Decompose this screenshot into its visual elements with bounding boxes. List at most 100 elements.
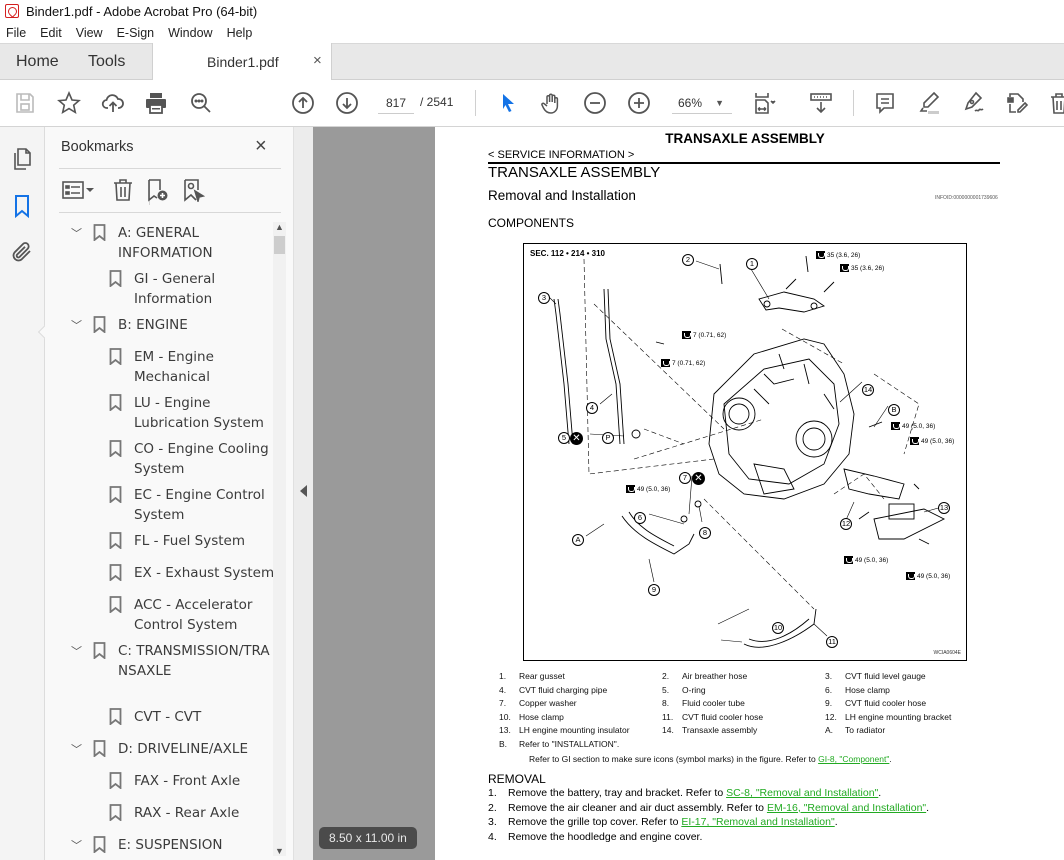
- toolbar-divider: [853, 90, 854, 116]
- page-up-icon[interactable]: [290, 90, 316, 116]
- torque-spec: 35 (3.6, 26): [816, 251, 860, 259]
- legend-text: Air breather hose: [682, 671, 748, 681]
- zoom-level-value: 66%: [678, 96, 703, 110]
- torque-spec: 49 (5.0, 36): [626, 485, 670, 493]
- zoom-level-select[interactable]: 66% ▼: [672, 94, 732, 114]
- components-diagram: SEC. 112 • 214 • 310 WCIA0604E 123456789…: [523, 243, 967, 661]
- bookmark-item[interactable]: ﹀ E: SUSPENSION: [71, 835, 273, 856]
- bookmark-star-icon[interactable]: [56, 90, 82, 116]
- callout-p: P: [602, 432, 614, 444]
- attachments-icon[interactable]: [10, 240, 34, 264]
- menu-bar: File Edit View E-Sign Window Help: [0, 22, 1064, 43]
- page-down-icon[interactable]: [334, 90, 360, 116]
- page-number-input[interactable]: 817: [378, 94, 414, 114]
- bookmark-label: EC - Engine Control System: [134, 487, 265, 523]
- upload-cloud-icon[interactable]: [100, 90, 126, 116]
- zoom-in-icon[interactable]: [626, 90, 652, 116]
- section-numbers: SEC. 112 • 214 • 310: [530, 249, 605, 258]
- bookmark-item[interactable]: ﹀ D: DRIVELINE/AXLE: [71, 739, 273, 760]
- menu-help[interactable]: Help: [227, 26, 253, 40]
- zoom-out-icon[interactable]: [582, 90, 608, 116]
- legend-number: 10.: [499, 711, 511, 722]
- delete-icon[interactable]: [1046, 90, 1064, 116]
- panel-splitter[interactable]: [293, 127, 313, 860]
- bookmark-item[interactable]: LU - Engine Lubrication System: [109, 393, 273, 433]
- close-tab-button[interactable]: ×: [313, 52, 322, 69]
- print-icon[interactable]: [143, 90, 169, 116]
- delete-bookmark-icon[interactable]: [111, 177, 135, 203]
- bookmark-item[interactable]: CVT - CVT: [109, 707, 273, 727]
- highlight-icon[interactable]: [916, 90, 942, 116]
- options-menu-icon[interactable]: [61, 177, 95, 203]
- refer-note: Refer to GI section to make sure icons (…: [529, 754, 892, 764]
- legend-item: 12. LH engine mounting bracket: [825, 712, 985, 722]
- chevron-down-icon[interactable]: ﹀: [71, 642, 83, 662]
- page-thumbnails-icon[interactable]: [10, 147, 34, 171]
- navigation-rail: [0, 127, 45, 860]
- menu-file[interactable]: File: [6, 26, 26, 40]
- legend-item: 11. CVT fluid cooler hose: [662, 712, 822, 722]
- chevron-down-icon[interactable]: ﹀: [71, 316, 83, 336]
- collapse-panel-icon[interactable]: [300, 485, 307, 497]
- select-pointer-icon[interactable]: [495, 90, 521, 116]
- tab-document[interactable]: Binder1.pdf ×: [152, 43, 332, 81]
- bookmark-item[interactable]: ﹀ A: GENERAL INFORMATION: [71, 223, 273, 263]
- new-bookmark-icon[interactable]: [145, 177, 169, 203]
- bookmark-item[interactable]: ﹀ C: TRANSMISSION/TRANSAXLE: [71, 641, 273, 681]
- bookmark-item[interactable]: RAX - Rear Axle: [109, 803, 273, 823]
- reference-link[interactable]: SC-8, "Removal and Installation": [726, 787, 878, 799]
- bookmarks-scrollbar[interactable]: ▲ ▼: [273, 222, 286, 856]
- legend-item: A. To radiator: [825, 725, 985, 735]
- reference-link[interactable]: EM-16, "Removal and Installation": [767, 802, 926, 814]
- comment-icon[interactable]: [872, 90, 898, 116]
- scroll-mode-icon[interactable]: [808, 90, 834, 116]
- close-panel-button[interactable]: ×: [255, 135, 267, 158]
- callout-6: 6: [634, 512, 646, 524]
- legend-number: 8.: [662, 698, 670, 708]
- bookmark-item[interactable]: ﹀ B: ENGINE: [71, 315, 273, 336]
- bookmarks-title: Bookmarks: [61, 139, 134, 155]
- fit-page-icon[interactable]: [752, 90, 778, 116]
- bookmark-item[interactable]: FL - Fuel System: [109, 531, 273, 551]
- gi-8-component-link[interactable]: GI-8, "Component": [818, 754, 889, 764]
- reference-link[interactable]: EI-17, "Removal and Installation": [681, 816, 834, 828]
- edit-pdf-icon[interactable]: [1004, 90, 1030, 116]
- bookmark-item[interactable]: EC - Engine Control System: [109, 485, 273, 525]
- tab-home[interactable]: Home: [16, 53, 59, 71]
- menu-esign[interactable]: E-Sign: [117, 26, 155, 40]
- hand-icon[interactable]: [538, 90, 564, 116]
- torque-wrench-icon: [910, 437, 919, 445]
- torque-spec: 7 (0.71, 62): [661, 359, 705, 367]
- scroll-up-icon[interactable]: ▲: [275, 222, 284, 232]
- legend-text: LH engine mounting insulator: [519, 725, 630, 735]
- chevron-down-icon[interactable]: ﹀: [71, 224, 83, 244]
- legend-number: 7.: [499, 698, 507, 708]
- bookmark-item[interactable]: FAX - Front Axle: [109, 771, 273, 791]
- scrollbar-thumb[interactable]: [274, 236, 285, 254]
- bookmark-item[interactable]: ACC - Accelerator Control System: [109, 595, 264, 635]
- bookmark-item[interactable]: EX - Exhaust System: [109, 563, 273, 583]
- bookmark-icon: [93, 836, 106, 853]
- save-icon[interactable]: [12, 90, 38, 116]
- tab-tools[interactable]: Tools: [88, 53, 125, 71]
- bookmark-item[interactable]: CO - Engine Cooling System: [109, 439, 273, 479]
- bookmark-icon: [93, 316, 106, 333]
- sign-icon[interactable]: [960, 90, 986, 116]
- document-viewer[interactable]: TRANSAXLE ASSEMBLY < SERVICE INFORMATION…: [313, 127, 1064, 860]
- scroll-down-icon[interactable]: ▼: [275, 846, 284, 856]
- chevron-down-icon[interactable]: ﹀: [71, 836, 83, 856]
- chevron-down-icon[interactable]: ﹀: [71, 740, 83, 760]
- legend-text: To radiator: [845, 725, 886, 735]
- bookmark-from-selection-icon[interactable]: [181, 177, 205, 203]
- bookmark-label: E: SUSPENSION: [118, 837, 223, 853]
- search-zoom-icon[interactable]: [188, 90, 214, 116]
- bookmark-item[interactable]: EM - Engine Mechanical: [109, 347, 234, 387]
- legend-number: 2.: [662, 671, 670, 681]
- menu-window[interactable]: Window: [168, 26, 212, 40]
- bookmark-item[interactable]: GI - General Information: [109, 269, 224, 309]
- menu-view[interactable]: View: [76, 26, 103, 40]
- menu-edit[interactable]: Edit: [40, 26, 62, 40]
- bookmark-label: RAX - Rear Axle: [134, 805, 240, 821]
- bookmarks-icon[interactable]: [10, 194, 34, 218]
- pdf-page: TRANSAXLE ASSEMBLY < SERVICE INFORMATION…: [435, 127, 1064, 860]
